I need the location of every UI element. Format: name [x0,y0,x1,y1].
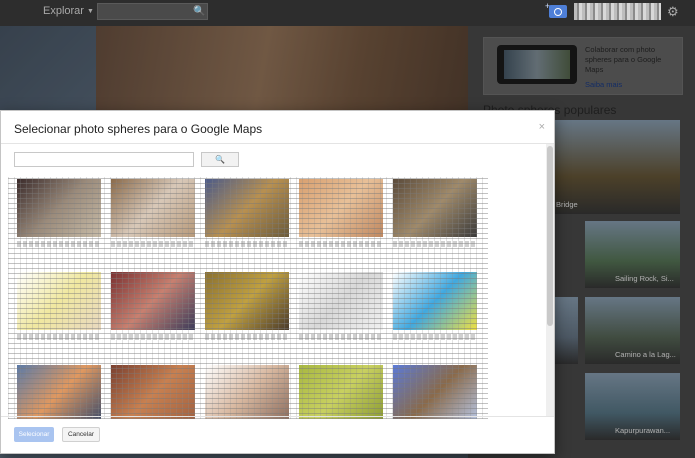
dialog-search-button[interactable]: 🔍 [201,152,239,167]
photo-sphere-thumbnail[interactable] [299,365,383,419]
photo-sphere-thumbnail[interactable] [17,365,101,419]
photo-sphere-thumbnail[interactable] [393,272,477,330]
search-icon: 🔍 [215,155,225,164]
photo-sphere-thumbnail[interactable] [205,365,289,419]
search-icon[interactable]: 🔍 [191,3,208,20]
cancel-button[interactable]: Cancelar [62,427,100,442]
photo-caption [111,241,195,247]
photo-caption [299,241,383,247]
dialog-search-input[interactable] [14,152,194,167]
chevron-down-icon: ▼ [86,7,94,15]
photo-caption [17,241,101,247]
photo-sphere-thumbnail[interactable] [111,272,195,330]
explore-label: Explorar [43,5,84,17]
photo-sphere-thumbnail[interactable] [393,179,477,237]
photo-sphere-thumbnail[interactable] [393,365,477,419]
photo-sphere-thumbnail[interactable] [299,179,383,237]
photo-caption [111,334,195,340]
explore-menu[interactable]: Explorar ▼ [43,5,94,17]
select-button[interactable]: Selecionar [14,427,54,442]
photo-sphere-thumbnail[interactable] [299,272,383,330]
scrollbar-thumb[interactable] [547,146,553,326]
photo-sphere-thumbnail[interactable] [111,365,195,419]
photo-grid[interactable] [8,177,488,419]
photo-sphere-thumbnail[interactable] [205,272,289,330]
photo-sphere-thumbnail[interactable] [17,179,101,237]
select-dialog: Selecionar photo spheres para o Google M… [0,110,555,454]
dialog-title: Selecionar photo spheres para o Google M… [14,122,263,136]
gear-icon[interactable]: ⚙ [667,4,679,20]
photo-sphere-thumbnail[interactable] [205,179,289,237]
photo-sphere-thumbnail[interactable] [17,272,101,330]
photo-caption [205,334,289,340]
photo-sphere-thumbnail[interactable] [111,179,195,237]
close-icon[interactable]: × [539,121,545,133]
photo-caption [205,241,289,247]
top-bar: Explorar ▼ 🔍 + ⚙ [0,0,695,26]
divider [1,143,554,144]
photo-caption [393,241,477,247]
camera-add-icon[interactable] [549,5,567,18]
divider [1,416,554,417]
photo-caption [299,334,383,340]
photo-caption [393,334,477,340]
photo-caption [17,334,101,340]
account-name[interactable] [574,3,661,20]
